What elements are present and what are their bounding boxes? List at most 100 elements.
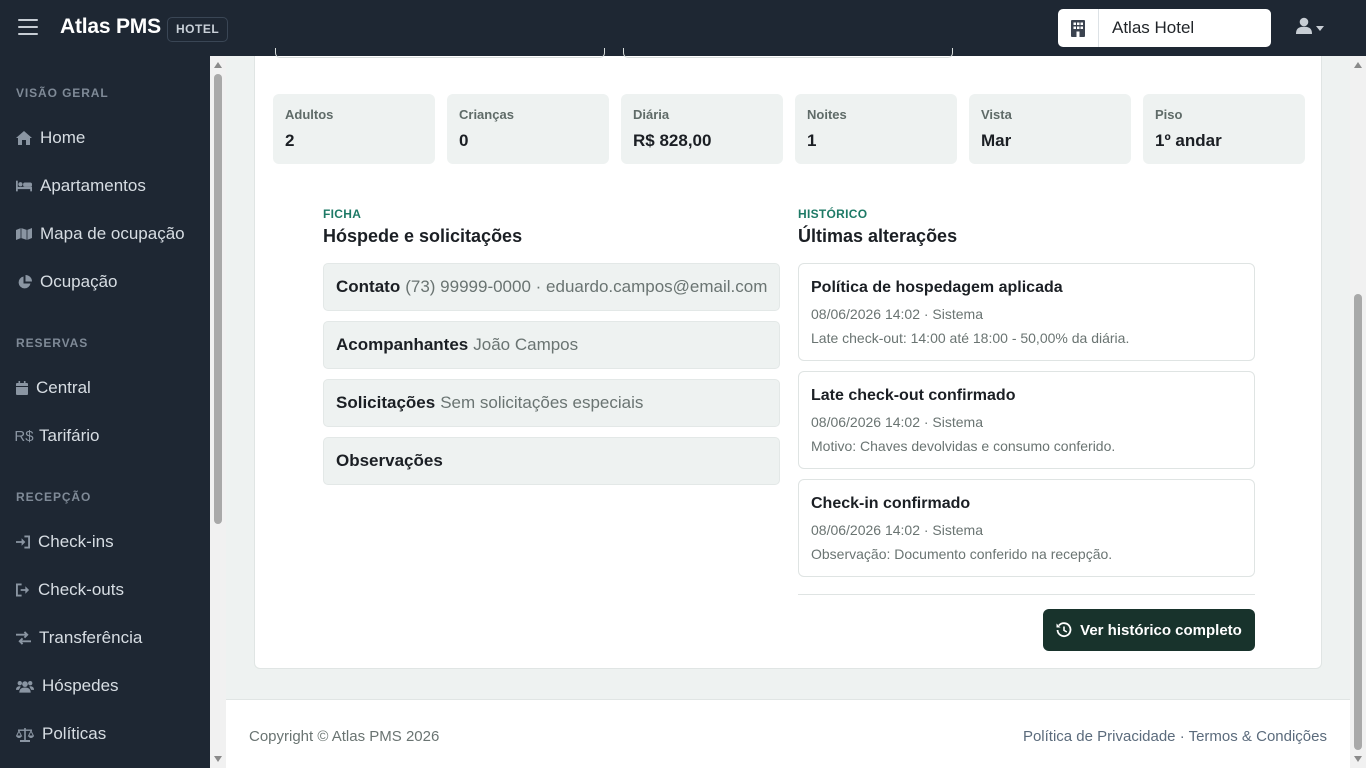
sidebar-item-mapa-de-ocupacao[interactable]: Mapa de ocupação xyxy=(16,220,185,248)
view-full-history-button[interactable]: Ver histórico completo xyxy=(1043,609,1255,651)
map-icon xyxy=(16,226,32,242)
info-row-label: Acompanhantes xyxy=(336,335,469,354)
sidebar-item-check-ins[interactable]: Check-ins xyxy=(16,528,114,556)
sidebar-item-home[interactable]: Home xyxy=(16,124,85,152)
hotel-selector-label: Atlas Hotel xyxy=(1112,18,1195,37)
bed-icon xyxy=(16,178,32,194)
info-row-solicitacoes: Solicitações Sem solicitações especiais xyxy=(323,379,780,427)
stat-label: Noites xyxy=(807,107,847,122)
user-icon xyxy=(1296,17,1312,39)
sidebar-item-label: Políticas xyxy=(42,724,107,743)
sidebar-item-label: Home xyxy=(40,128,86,147)
stat-noites: Noites 1 xyxy=(795,94,957,164)
history-entry-meta: 08/06/2026 14:02 · Sistema xyxy=(811,522,984,538)
stat-value: 1º andar xyxy=(1155,131,1222,150)
history-icon xyxy=(1056,622,1072,638)
stat-value: 2 xyxy=(285,131,295,150)
sign-in-icon xyxy=(16,534,30,550)
info-row-label: Contato xyxy=(336,277,401,296)
building-icon xyxy=(1058,9,1099,47)
ficha-title: Hóspede e solicitações xyxy=(323,226,523,246)
form-field-partial xyxy=(623,48,953,58)
main-content: Adultos 2 Crianças 0 Diária R$ 828,00 No… xyxy=(226,48,1350,768)
scroll-up-arrow-icon[interactable] xyxy=(214,62,222,68)
sidebar-item-label: Hóspedes xyxy=(42,676,119,695)
history-entry-detail: Late check-out: 14:00 até 18:00 - 50,00%… xyxy=(811,330,1130,346)
stat-label: Piso xyxy=(1155,107,1183,122)
sidebar-item-check-outs[interactable]: Check-outs xyxy=(16,576,124,604)
sidebar-item-label: Check-ins xyxy=(38,532,114,551)
calendar-icon xyxy=(16,380,28,396)
stat-label: Diária xyxy=(633,107,670,122)
chevron-down-icon xyxy=(1316,25,1324,31)
users-icon xyxy=(16,678,34,694)
stat-value: 1 xyxy=(807,131,817,150)
currency-icon: R$ xyxy=(14,427,34,445)
scroll-down-arrow-icon[interactable] xyxy=(1354,756,1362,762)
ficha-kicker: FICHA xyxy=(323,207,362,221)
sidebar-item-ocupacao[interactable]: Ocupação xyxy=(16,268,118,296)
stat-vista: Vista Mar xyxy=(969,94,1131,164)
stat-label: Vista xyxy=(981,107,1012,122)
hamburger-menu-icon[interactable] xyxy=(18,19,38,37)
history-entry-detail: Observação: Documento conferido na recep… xyxy=(811,546,1113,562)
info-row-label: Observações xyxy=(336,451,443,470)
view-full-history-label: Ver histórico completo xyxy=(1080,621,1242,639)
footer-separator: · xyxy=(1175,728,1189,745)
sidebar-section-title: RESERVAS xyxy=(16,336,89,350)
sidebar-item-label: Central xyxy=(36,378,91,397)
divider xyxy=(798,594,1255,595)
scroll-up-arrow-icon[interactable] xyxy=(1354,62,1362,68)
history-entry: Política de hospedagem aplicada 08/06/20… xyxy=(798,263,1255,361)
stat-value: Mar xyxy=(981,131,1012,150)
historico-kicker: HISTÓRICO xyxy=(798,207,868,221)
scroll-thumb[interactable] xyxy=(214,74,222,524)
stat-adultos: Adultos 2 xyxy=(273,94,435,164)
history-entry-meta: 08/06/2026 14:02 · Sistema xyxy=(811,414,984,430)
stat-value: R$ 828,00 xyxy=(633,131,712,150)
transfer-icon xyxy=(16,630,31,646)
sidebar-item-politicas[interactable]: Políticas xyxy=(16,720,106,748)
sidebar-item-label: Tarifário xyxy=(39,426,100,445)
scroll-thumb[interactable] xyxy=(1354,294,1362,750)
sidebar-item-label: Transferência xyxy=(39,628,143,647)
sidebar-item-label: Check-outs xyxy=(38,580,124,599)
privacy-policy-link[interactable]: Política de Privacidade xyxy=(1023,728,1176,745)
info-row-value: João Campos xyxy=(473,335,579,354)
history-entry-meta: 08/06/2026 14:02 · Sistema xyxy=(811,306,984,322)
hotel-selector[interactable]: Atlas Hotel xyxy=(1058,9,1271,47)
sidebar-item-label: Mapa de ocupação xyxy=(40,224,185,243)
stat-diaria: Diária R$ 828,00 xyxy=(621,94,783,164)
page-scrollbar[interactable] xyxy=(1350,56,1366,768)
scroll-down-arrow-icon[interactable] xyxy=(214,756,222,762)
sidebar-scrollbar[interactable] xyxy=(210,56,226,768)
stat-label: Crianças xyxy=(459,107,514,122)
history-entry-title: Late check-out confirmado xyxy=(811,387,1016,404)
history-entry-title: Política de hospedagem aplicada xyxy=(811,279,1063,296)
history-entry: Late check-out confirmado 08/06/2026 14:… xyxy=(798,371,1255,469)
terms-link[interactable]: Termos & Condições xyxy=(1189,728,1327,745)
sidebar-item-hospedes[interactable]: Hóspedes xyxy=(16,672,119,700)
history-entry: Check-in confirmado 08/06/2026 14:02 · S… xyxy=(798,479,1255,577)
sidebar-item-transferencia[interactable]: Transferência xyxy=(16,624,142,652)
sign-out-icon xyxy=(16,582,30,598)
copyright-text: Copyright © Atlas PMS 2026 xyxy=(249,728,440,745)
sidebar: VISÃO GERAL Home Apartamentos Mapa de oc… xyxy=(0,56,210,768)
home-icon xyxy=(16,130,32,146)
footer-links: Política de Privacidade · Termos & Condi… xyxy=(1023,728,1327,745)
info-row-label: Solicitações xyxy=(336,393,436,412)
info-row-value: Sem solicitações especiais xyxy=(440,393,644,412)
sidebar-item-apartamentos[interactable]: Apartamentos xyxy=(16,172,146,200)
reservation-detail-card: Adultos 2 Crianças 0 Diária R$ 828,00 No… xyxy=(254,48,1322,669)
footer: Copyright © Atlas PMS 2026 Política de P… xyxy=(226,699,1350,768)
sidebar-item-tarifario[interactable]: R$ Tarifário xyxy=(14,422,100,450)
form-field-partial xyxy=(275,48,605,58)
sidebar-section-title: RECEPÇÃO xyxy=(16,490,92,504)
brand-title[interactable]: Atlas PMS xyxy=(60,15,161,39)
stat-value: 0 xyxy=(459,131,469,150)
stat-piso: Piso 1º andar xyxy=(1143,94,1305,164)
user-menu[interactable] xyxy=(1296,17,1330,39)
sidebar-item-central[interactable]: Central xyxy=(16,374,91,402)
sidebar-section-title: VISÃO GERAL xyxy=(16,86,109,100)
scale-icon xyxy=(16,726,34,742)
